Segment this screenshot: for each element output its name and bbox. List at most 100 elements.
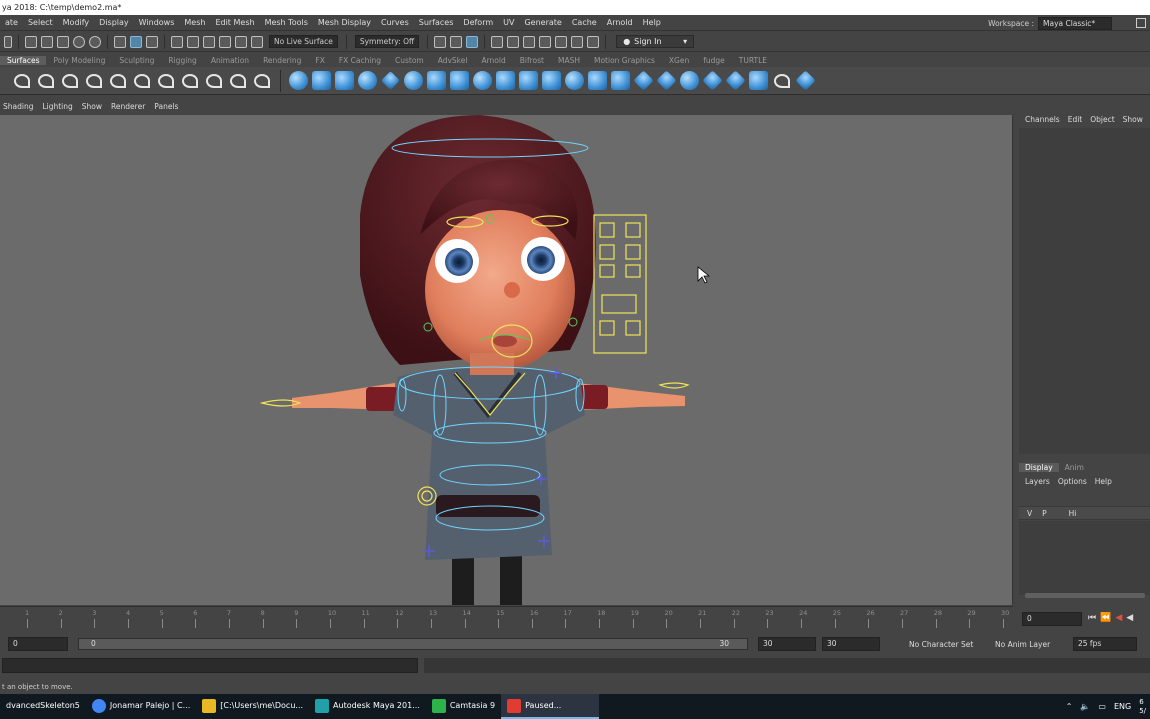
clock[interactable]: 6 5/: [1139, 698, 1146, 716]
panel-menu-shading[interactable]: Shading: [0, 102, 39, 111]
tab-motion-graphics[interactable]: Motion Graphics: [587, 56, 662, 65]
character-rig-render[interactable]: [0, 115, 1013, 605]
tab-fx-caching[interactable]: FX Caching: [332, 56, 388, 65]
step-back-key-icon[interactable]: ⏪: [1100, 613, 1111, 623]
render-settings-icon[interactable]: [539, 35, 552, 48]
select-by-hierarchy-icon[interactable]: [114, 35, 126, 48]
layer-name[interactable]: Hi: [1069, 509, 1077, 518]
character-set-dropdown[interactable]: No Character Set: [909, 640, 973, 649]
offset-curve-icon[interactable]: [182, 73, 198, 88]
menu-item-deform[interactable]: Deform: [458, 18, 498, 27]
new-scene-icon[interactable]: [25, 35, 37, 48]
menu-item-mesh-display[interactable]: Mesh Display: [313, 18, 376, 27]
menu-item-windows[interactable]: Windows: [134, 18, 180, 27]
live-surface-field[interactable]: No Live Surface: [269, 35, 338, 48]
taskbar-item-chrome[interactable]: Jonamar Palejo | C...: [86, 694, 196, 719]
layer-menu-help[interactable]: Help: [1091, 477, 1116, 486]
tab-turtle[interactable]: TURTLE: [732, 56, 774, 65]
layer-scrollbar[interactable]: [1025, 593, 1145, 598]
fps-dropdown[interactable]: 25 fps: [1073, 637, 1137, 651]
chevron-up-icon[interactable]: ⌃: [1066, 702, 1073, 711]
range-bar[interactable]: 0 30: [78, 638, 748, 650]
tab-fudge[interactable]: fudge: [696, 56, 732, 65]
render-frame-icon[interactable]: [507, 35, 520, 48]
menu-item-edit-mesh[interactable]: Edit Mesh: [210, 18, 259, 27]
snap-grid-icon[interactable]: [171, 35, 183, 48]
construction-history-icon[interactable]: [466, 35, 479, 48]
select-by-component-icon[interactable]: [146, 35, 158, 48]
scene-end-field[interactable]: 30: [822, 637, 880, 651]
rebuild-surface-icon[interactable]: [749, 71, 768, 90]
tab-arnold[interactable]: Arnold: [474, 56, 512, 65]
scene-start-field[interactable]: 0: [8, 637, 68, 651]
menu-item-uv[interactable]: UV: [498, 18, 519, 27]
channel-box-menu-object[interactable]: Object: [1086, 115, 1118, 124]
menu-item-arnold[interactable]: Arnold: [602, 18, 638, 27]
volume-icon[interactable]: 🔈: [1080, 702, 1090, 711]
keyboard-language[interactable]: ENG: [1114, 702, 1131, 711]
tab-custom[interactable]: Custom: [388, 56, 431, 65]
arnold-render-icon[interactable]: [571, 35, 584, 48]
panel-menu-lighting[interactable]: Lighting: [39, 102, 78, 111]
bevel-plus-icon[interactable]: [588, 71, 607, 90]
reverse-curve-icon[interactable]: [230, 73, 246, 88]
menu-item-select[interactable]: Select: [23, 18, 58, 27]
ep-curve-icon[interactable]: [38, 73, 54, 88]
pencil-curve-icon[interactable]: [62, 73, 78, 88]
perspective-viewport[interactable]: [0, 115, 1013, 605]
save-scene-icon[interactable]: [57, 35, 69, 48]
layer-menu-options[interactable]: Options: [1054, 477, 1091, 486]
step-back-frame-icon[interactable]: ◀: [1115, 613, 1122, 623]
tab-mash[interactable]: MASH: [551, 56, 587, 65]
go-to-start-icon[interactable]: ⏮: [1088, 613, 1096, 623]
surface-edit-icon[interactable]: [795, 70, 816, 91]
layer-visibility-toggle[interactable]: V: [1027, 509, 1032, 518]
bezier-curve-icon[interactable]: [86, 73, 102, 88]
menu-item-surfaces[interactable]: Surfaces: [414, 18, 459, 27]
boundary-icon[interactable]: [542, 71, 561, 90]
menu-item-cache[interactable]: Cache: [567, 18, 602, 27]
trim-tool-icon[interactable]: [656, 70, 677, 91]
layer-row[interactable]: V P Hi: [1019, 506, 1150, 520]
channel-box-body[interactable]: [1019, 128, 1150, 454]
redo-icon[interactable]: [89, 35, 101, 48]
tab-sculpting[interactable]: Sculpting: [112, 56, 161, 65]
menu-item-help[interactable]: Help: [638, 18, 666, 27]
nurbs-cylinder-icon[interactable]: [335, 71, 354, 90]
taskbar-item-recorder[interactable]: Paused...: [501, 694, 600, 719]
insert-isoparm-icon[interactable]: [725, 70, 746, 91]
workspace-dropdown[interactable]: Maya Classic*: [1038, 16, 1112, 30]
menu-item-generate[interactable]: Generate: [519, 18, 566, 27]
sculpt-geometry-icon[interactable]: [774, 73, 790, 88]
menu-set-icon[interactable]: [4, 35, 12, 48]
undo-icon[interactable]: [73, 35, 85, 48]
pause-icon[interactable]: [587, 35, 600, 48]
taskbar-item-explorer[interactable]: [C:\Users\me\Docu...: [196, 694, 309, 719]
channel-box-menu-edit[interactable]: Edit: [1064, 115, 1087, 124]
snap-view-plane-icon[interactable]: [235, 35, 247, 48]
play-backward-icon[interactable]: ◀: [1126, 613, 1133, 623]
sign-in-button[interactable]: ● Sign In ▾: [616, 35, 695, 48]
snap-point-icon[interactable]: [203, 35, 215, 48]
snap-curve-icon[interactable]: [187, 35, 199, 48]
birail-icon[interactable]: [519, 71, 538, 90]
intersect-icon[interactable]: [611, 71, 630, 90]
select-by-object-icon[interactable]: [130, 35, 142, 48]
tab-rigging[interactable]: Rigging: [161, 56, 203, 65]
tab-fx[interactable]: FX: [308, 56, 331, 65]
nurbs-cube-icon[interactable]: [312, 71, 331, 90]
taskbar-item-maya[interactable]: Autodesk Maya 201...: [309, 694, 426, 719]
panel-menu-show[interactable]: Show: [79, 102, 108, 111]
hypershade-icon[interactable]: [555, 35, 568, 48]
extrude-icon[interactable]: [496, 71, 515, 90]
tab-anim[interactable]: Anim: [1059, 463, 1090, 472]
nurbs-sphere-icon[interactable]: [289, 71, 308, 90]
ipr-render-icon[interactable]: [523, 35, 536, 48]
current-frame-field[interactable]: 0: [1022, 612, 1082, 626]
taskbar-item-camtasia[interactable]: Camtasia 9: [426, 694, 501, 719]
rebuild-curve-icon[interactable]: [206, 73, 222, 88]
command-input[interactable]: [2, 658, 418, 673]
tab-surfaces[interactable]: Surfaces: [0, 56, 47, 65]
workspace-options-icon[interactable]: [1136, 18, 1146, 28]
render-view-icon[interactable]: [491, 35, 504, 48]
